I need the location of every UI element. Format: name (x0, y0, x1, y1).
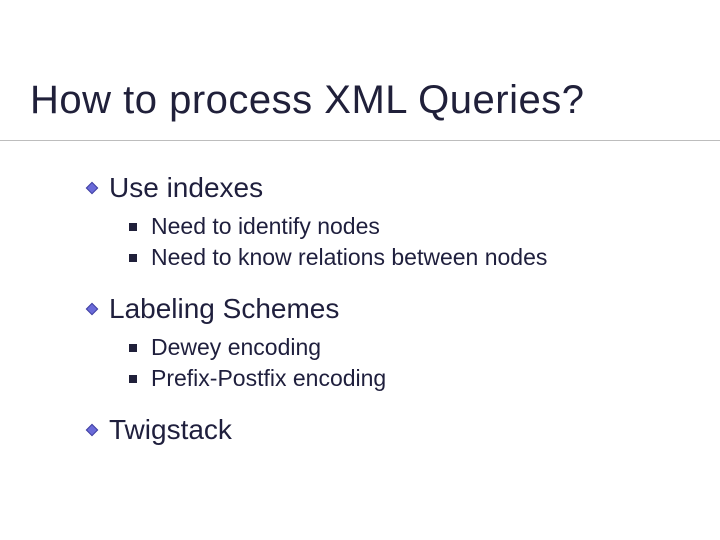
square-bullet-icon (129, 223, 137, 231)
square-bullet-icon (129, 254, 137, 262)
sublist: Dewey encoding Prefix-Postfix encoding (129, 332, 680, 394)
sublist: Need to identify nodes Need to know rela… (129, 211, 680, 273)
slide-body: Use indexes Need to identify nodes Need … (85, 170, 680, 453)
list-item-label: Twigstack (109, 412, 232, 447)
list-item: Dewey encoding (129, 332, 680, 363)
slide-title: How to process XML Queries? (30, 78, 584, 123)
list-item: Need to identify nodes (129, 211, 680, 242)
list-item: Use indexes (85, 170, 680, 205)
list-item-label: Need to identify nodes (151, 211, 380, 242)
list-item-label: Use indexes (109, 170, 263, 205)
diamond-bullet-icon (85, 302, 99, 316)
title-underline (0, 140, 720, 142)
list-item: Prefix-Postfix encoding (129, 363, 680, 394)
list-item-label: Dewey encoding (151, 332, 321, 363)
list-item: Labeling Schemes (85, 291, 680, 326)
list-item: Need to know relations between nodes (129, 242, 680, 273)
list-item-label: Prefix-Postfix encoding (151, 363, 386, 394)
square-bullet-icon (129, 344, 137, 352)
list-item: Twigstack (85, 412, 680, 447)
list-item-label: Labeling Schemes (109, 291, 339, 326)
diamond-bullet-icon (85, 181, 99, 195)
slide: How to process XML Queries? Use indexes … (0, 0, 720, 540)
square-bullet-icon (129, 375, 137, 383)
diamond-bullet-icon (85, 423, 99, 437)
list-item-label: Need to know relations between nodes (151, 242, 547, 273)
